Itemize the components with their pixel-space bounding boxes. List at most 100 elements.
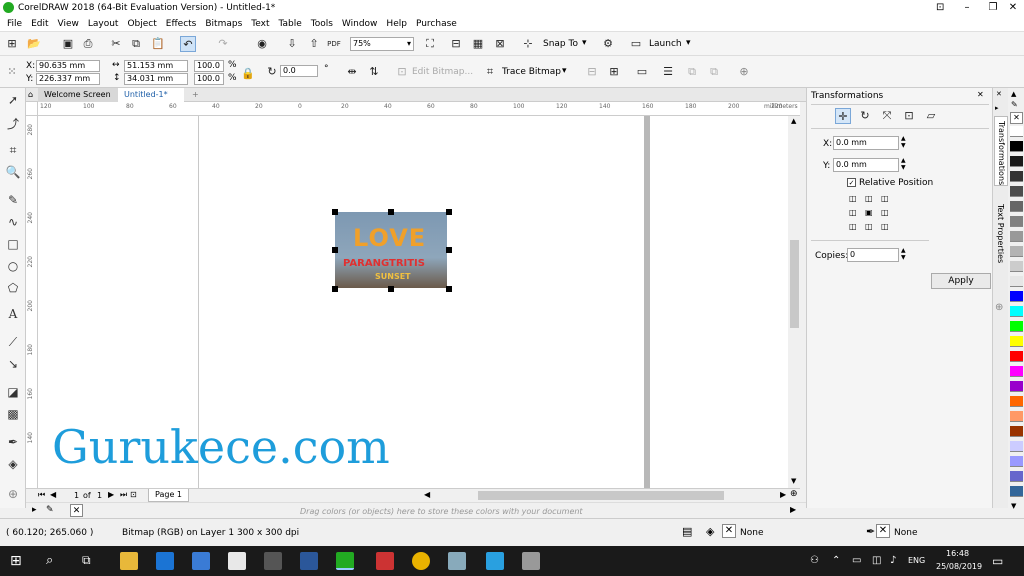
color-swatch[interactable] [1010,246,1023,257]
artistic-media-icon[interactable]: ∿ [5,214,21,230]
crop-tool-icon[interactable]: ⌗ [5,142,21,158]
color-swatch[interactable] [1010,156,1023,167]
tab-page-1[interactable]: Page 1 [148,489,189,502]
show-rulers-icon[interactable]: ⊟ [448,36,464,52]
anchor-point-icon[interactable]: ◫ [881,194,889,203]
copies-input[interactable]: 0 [847,248,899,262]
docker-menu-icon[interactable]: ✕ [996,90,1002,98]
next-page-icon[interactable]: ▶ [108,490,114,499]
menu-effects[interactable]: Effects [166,19,197,29]
wrap-text-icon[interactable]: ☰ [660,64,676,80]
tab-welcome-screen[interactable]: Welcome Screen [38,88,124,102]
cut-icon[interactable]: ✂ [108,36,124,52]
color-swatch[interactable] [1010,126,1023,137]
selection-handle[interactable] [332,286,338,292]
color-swatch[interactable] [1010,456,1023,467]
launch-button[interactable]: Launch [649,39,682,49]
outline-pen-icon[interactable]: ✒ [866,525,875,538]
scale-height-input[interactable]: 100.0 [194,73,224,85]
copies-spinner-icon[interactable]: ▲ ▼ [901,247,906,261]
color-swatch[interactable] [1010,231,1023,242]
copy-icon[interactable]: ⧉ [128,36,144,52]
color-swatch[interactable] [1010,186,1023,197]
windows-start-icon[interactable]: ⊞ [10,553,22,569]
palette-eyedropper-icon[interactable]: ✎ [1011,100,1018,109]
freehand-tool-icon[interactable]: ✎ [5,192,21,208]
add-icon[interactable]: ⊕ [736,64,752,80]
resample-icon[interactable]: ⊞ [606,64,622,80]
undo-icon[interactable]: ↶ [180,36,196,52]
people-icon[interactable]: ⚇ [810,555,819,566]
anchor-point-icon[interactable]: ◫ [849,208,857,217]
text-tool-icon[interactable]: A [5,306,21,322]
video-editor-icon[interactable] [264,552,282,570]
volume-icon[interactable]: ♪ [890,555,896,566]
anchor-point-icon[interactable]: ◫ [849,222,857,231]
selection-handle[interactable] [332,247,338,253]
mirror-horizontal-icon[interactable]: ⇹ [344,64,360,80]
home-icon[interactable]: ⌂ [26,88,38,102]
battery-icon[interactable]: ▭ [852,555,861,566]
color-swatch[interactable] [1010,291,1023,302]
lock-ratio-icon[interactable]: 🔒 [240,66,256,82]
app-icon[interactable] [522,552,540,570]
color-swatch[interactable] [1010,171,1023,182]
close-button[interactable]: ✕ [1000,0,1024,16]
x-position-input[interactable]: 90.635 mm [36,60,100,72]
tray-chevron-icon[interactable]: ⌃ [832,555,840,566]
transparency-icon[interactable]: ▩ [5,406,21,422]
anchor-point-icon[interactable]: ◫ [865,194,873,203]
menu-window[interactable]: Window [342,19,378,29]
new-document-icon[interactable]: ⊞ [4,36,20,52]
menu-table[interactable]: Table [278,19,301,29]
y-position-input[interactable]: 226.337 mm [36,73,100,85]
eyedropper-icon[interactable]: ✒ [5,434,21,450]
remote-desktop-icon[interactable] [486,552,504,570]
full-screen-icon[interactable]: ⛶ [422,36,438,52]
zoom-navigator-icon[interactable]: ⊕ [790,489,798,499]
vertical-scroll-thumb[interactable] [790,240,799,328]
anchor-point-icon[interactable]: ▣ [865,208,873,217]
scroll-down-icon[interactable]: ▼ [791,477,796,485]
show-grid-icon[interactable]: ▦ [470,36,486,52]
paint-icon[interactable] [448,552,466,570]
tab-text-properties[interactable]: Text Properties [994,200,1008,278]
scroll-left-icon[interactable]: ◀ [424,490,430,499]
y-spinner-icon[interactable]: ▲ ▼ [901,157,906,171]
skew-icon[interactable]: ▱ [923,108,939,124]
menu-bitmaps[interactable]: Bitmaps [205,19,242,29]
color-swatch[interactable] [1010,381,1023,392]
store-icon[interactable] [192,552,210,570]
trace-bitmap-icon[interactable]: ⌗ [482,64,498,80]
publish-pdf-icon[interactable]: PDF [326,36,342,52]
palette-menu-icon[interactable]: ▸ [32,505,37,515]
first-page-icon[interactable]: ⏮ [38,490,45,500]
color-swatch[interactable] [1010,201,1023,212]
file-explorer-icon[interactable] [120,552,138,570]
fill-none-swatch[interactable]: ✕ [722,524,736,538]
transform-x-input[interactable]: 0.0 mm [833,136,899,150]
ellipse-tool-icon[interactable]: ○ [5,258,21,274]
language-indicator[interactable]: ENG [908,556,925,565]
task-view-icon[interactable]: ⧉ [82,553,91,568]
docker-pin-icon[interactable]: ▸ [995,104,999,112]
size-icon[interactable]: ⊡ [901,108,917,124]
palette-scroll-right-icon[interactable]: ▶ [790,505,796,514]
selection-handle[interactable] [446,286,452,292]
color-swatch[interactable] [1010,336,1023,347]
docker-close-icon[interactable]: ✕ [977,90,984,99]
scale-mirror-icon[interactable]: ⤧ [879,108,895,124]
export-icon[interactable]: ⇧ [306,36,322,52]
prev-page-icon[interactable]: ◀ [50,490,56,499]
color-swatch[interactable] [1010,261,1023,272]
no-fill-swatch[interactable]: ✕ [1010,112,1023,124]
menu-edit[interactable]: Edit [31,19,48,29]
add-page-icon[interactable]: ⊡ [130,490,137,499]
scroll-right-icon[interactable]: ▶ [780,490,786,499]
save-icon[interactable]: ▣ [60,36,76,52]
color-swatch[interactable] [1010,441,1023,452]
tab-transformations[interactable]: Transformations [994,116,1008,186]
network-icon[interactable]: ◫ [872,555,881,566]
selection-handle[interactable] [332,209,338,215]
anchor-point-icon[interactable]: ◫ [849,194,857,203]
